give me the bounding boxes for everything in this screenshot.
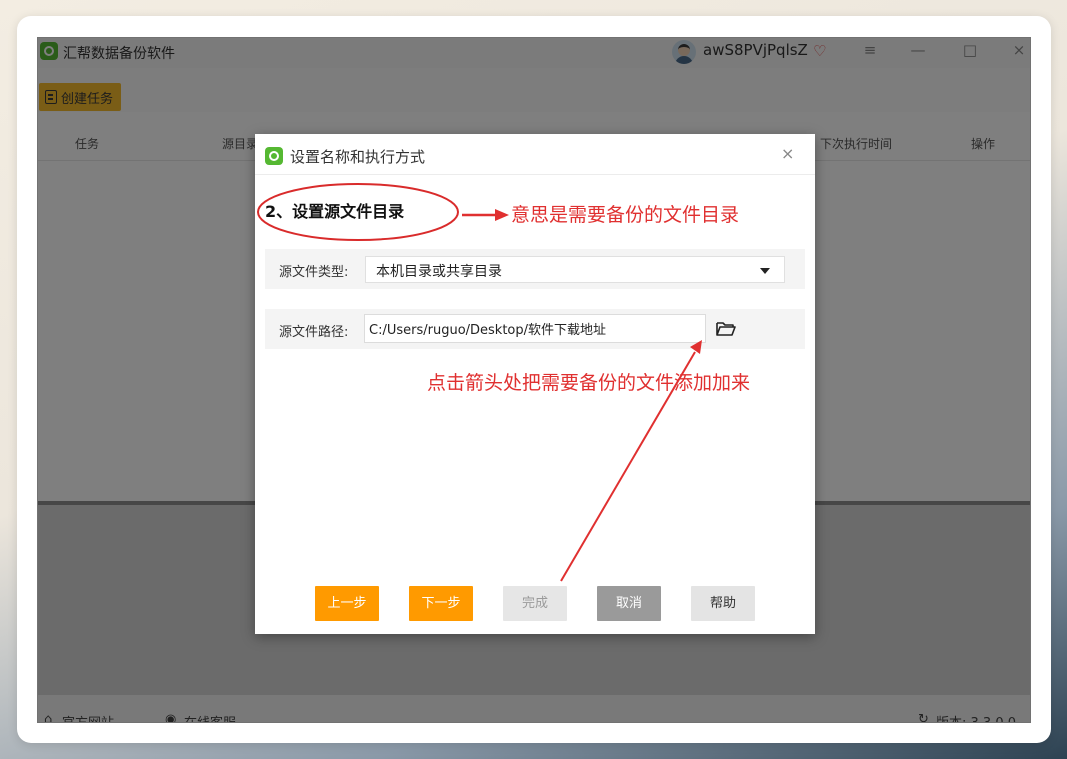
annotation-note: 意思是需要备份的文件目录 xyxy=(511,204,740,226)
source-path-row: 源文件路径: xyxy=(265,309,805,349)
dialog-title: 设置名称和执行方式 xyxy=(290,148,426,166)
source-type-select[interactable]: 本机目录或共享目录 xyxy=(365,256,785,283)
source-type-value: 本机目录或共享目录 xyxy=(376,264,502,280)
setup-dialog: 设置名称和执行方式 × 2、设置源文件目录 意思是需要备份的文件目录 源文件类型… xyxy=(255,134,815,634)
source-type-label: 源文件类型: xyxy=(279,265,349,280)
annotation-hint: 点击箭头处把需要备份的文件添加加来 xyxy=(427,372,751,394)
prev-step-button[interactable]: 上一步 xyxy=(315,586,379,621)
finish-button[interactable]: 完成 xyxy=(503,586,567,621)
dialog-close-button[interactable]: × xyxy=(781,144,794,163)
cancel-button[interactable]: 取消 xyxy=(597,586,661,621)
source-path-input[interactable] xyxy=(364,314,706,343)
help-button[interactable]: 帮助 xyxy=(691,586,755,621)
source-path-label: 源文件路径: xyxy=(279,325,349,340)
folder-open-icon[interactable] xyxy=(714,319,738,339)
annotation-arrowhead-right xyxy=(495,209,509,221)
dialog-logo-icon xyxy=(265,147,283,165)
dialog-divider xyxy=(255,174,815,175)
step-title: 2、设置源文件目录 xyxy=(265,202,405,221)
next-step-button[interactable]: 下一步 xyxy=(409,586,473,621)
chevron-down-icon xyxy=(760,268,770,274)
source-type-row: 源文件类型: 本机目录或共享目录 xyxy=(265,249,805,289)
